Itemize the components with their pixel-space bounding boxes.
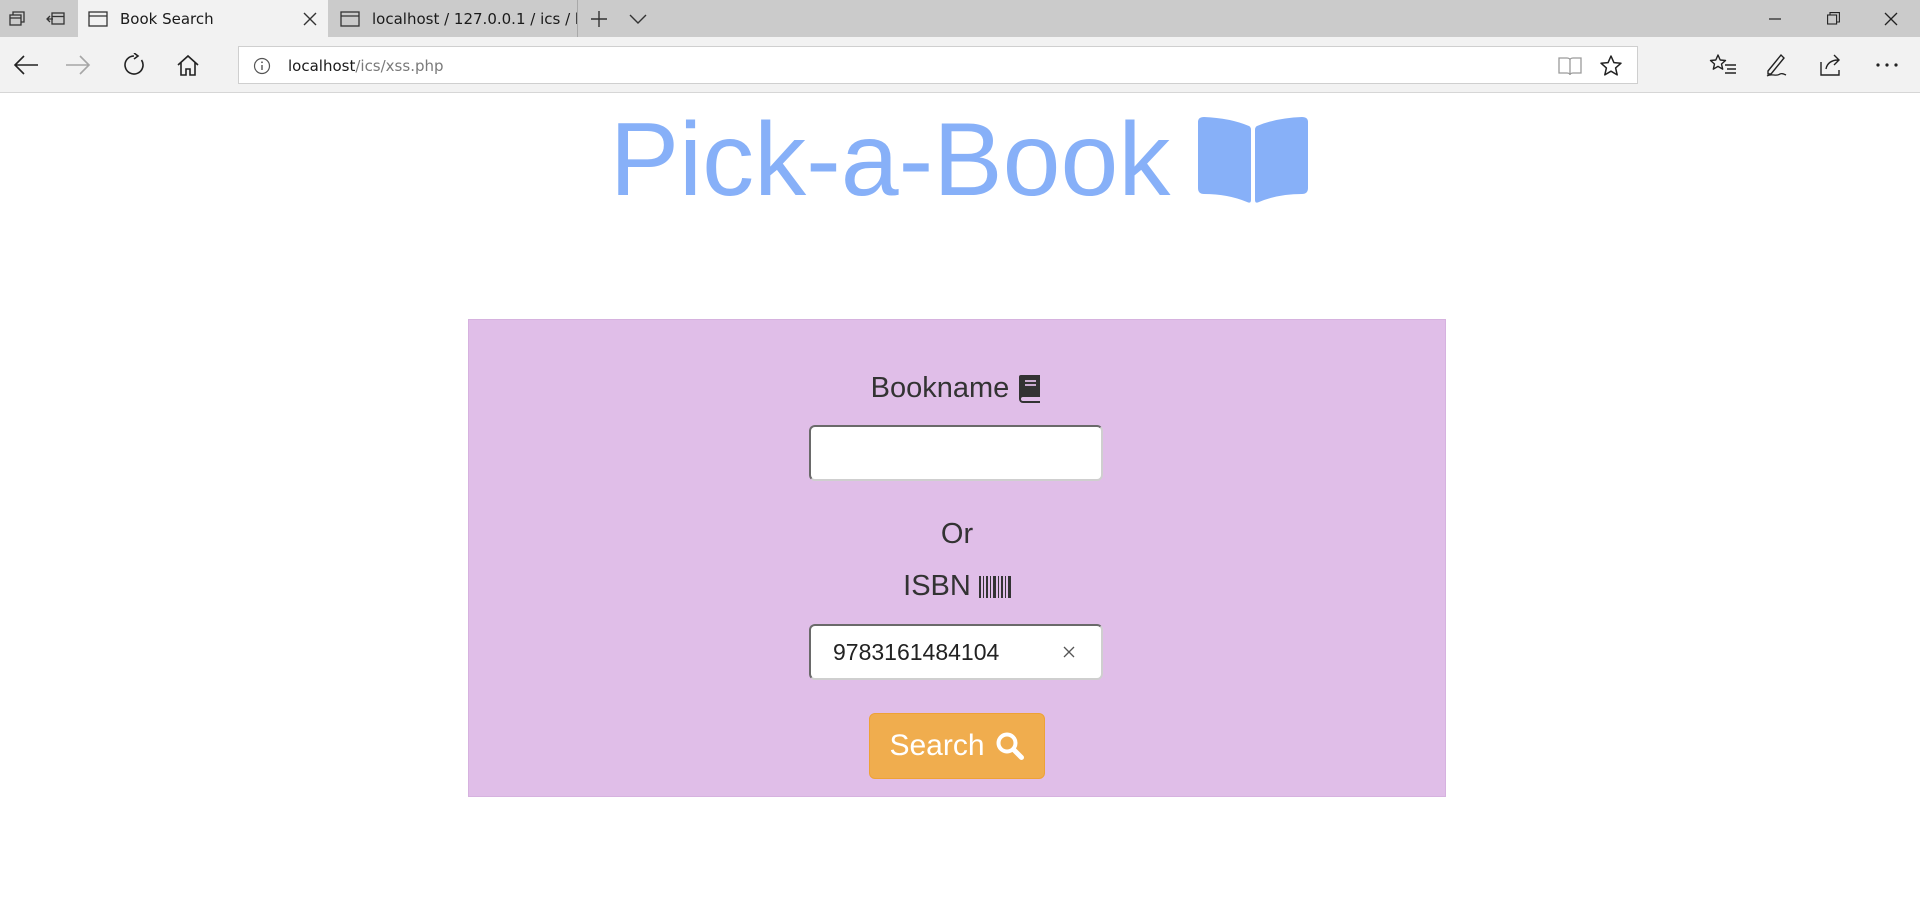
- forward-button[interactable]: [52, 37, 104, 93]
- favorites-list-icon: [1709, 54, 1736, 74]
- bookname-label-text: Bookname: [870, 372, 1010, 404]
- set-tabs-aside-button[interactable]: [38, 0, 74, 37]
- search-icon: [995, 731, 1025, 761]
- or-separator: Or: [940, 518, 974, 550]
- close-icon: [1884, 12, 1898, 25]
- search-button[interactable]: Search: [869, 713, 1045, 779]
- tab-preview-toggle[interactable]: [620, 0, 656, 37]
- info-icon[interactable]: [253, 57, 271, 75]
- search-button-label: Search: [889, 729, 985, 762]
- tab-phpmyadmin[interactable]: localhost / 127.0.0.1 / ics / b: [330, 0, 578, 37]
- url-host: localhost: [288, 57, 356, 75]
- close-window-button[interactable]: [1862, 0, 1920, 37]
- share-icon: [1820, 54, 1840, 76]
- url-path: /ics/xss.php: [355, 57, 444, 75]
- bookname-input[interactable]: [809, 425, 1103, 481]
- tab-title: Book Search: [120, 9, 214, 28]
- page-icon: [88, 10, 108, 27]
- site-title: Pick-a-Book: [609, 102, 1171, 218]
- restore-button[interactable]: [1804, 0, 1862, 37]
- more-menu-button[interactable]: [1860, 37, 1914, 93]
- bookname-label: Bookname: [469, 372, 1445, 405]
- tab-manager-button[interactable]: [0, 0, 36, 37]
- arrow-left-icon: [13, 55, 38, 75]
- stacked-windows-icon: [9, 10, 25, 26]
- home-button[interactable]: [162, 37, 214, 93]
- new-tab-button[interactable]: [580, 0, 618, 37]
- barcode-icon: [978, 575, 1011, 598]
- restore-icon: [1826, 12, 1840, 25]
- favorite-star-icon[interactable]: [1599, 54, 1623, 78]
- book-open-icon: [1198, 117, 1309, 203]
- reading-view-icon[interactable]: [1557, 55, 1583, 77]
- site-header: Pick-a-Book: [0, 108, 1920, 212]
- plus-icon: [591, 10, 607, 27]
- tab-book-search[interactable]: Book Search: [78, 0, 328, 37]
- close-icon: [1063, 646, 1075, 658]
- minimize-button[interactable]: [1746, 0, 1804, 37]
- address-bar[interactable]: localhost/ics/xss.php: [238, 46, 1638, 84]
- home-icon: [177, 54, 199, 76]
- back-button[interactable]: [0, 37, 52, 93]
- page-icon: [340, 10, 360, 27]
- close-icon: [303, 12, 317, 25]
- page-content: Pick-a-Book Bookname Or ISBN Search: [0, 94, 1920, 903]
- favorites-hub-button[interactable]: [1696, 37, 1750, 93]
- isbn-label-text: ISBN: [903, 570, 971, 602]
- tab-close-button[interactable]: [292, 0, 328, 37]
- refresh-icon: [124, 53, 144, 75]
- navigation-bar: localhost/ics/xss.php: [0, 37, 1920, 93]
- arrow-right-icon: [66, 55, 91, 75]
- tab-title: localhost / 127.0.0.1 / ics / b: [372, 9, 577, 28]
- tab-strip: Book Search localhost / 127.0.0.1 / ics …: [0, 0, 1920, 37]
- chevron-down-icon: [629, 14, 647, 24]
- book-icon: [1017, 374, 1043, 404]
- isbn-label: ISBN: [469, 570, 1445, 603]
- refresh-button[interactable]: [108, 37, 160, 93]
- search-form-panel: Bookname Or ISBN Search: [468, 319, 1446, 797]
- pen-icon: [1766, 53, 1787, 77]
- add-notes-button[interactable]: [1750, 37, 1804, 93]
- minimize-icon: [1769, 17, 1781, 20]
- url-text: localhost/ics/xss.php: [288, 57, 444, 75]
- more-dots-icon: [1876, 63, 1898, 67]
- share-button[interactable]: [1804, 37, 1858, 93]
- clear-input-button[interactable]: [1057, 640, 1081, 664]
- tabs-aside-icon: [46, 11, 65, 25]
